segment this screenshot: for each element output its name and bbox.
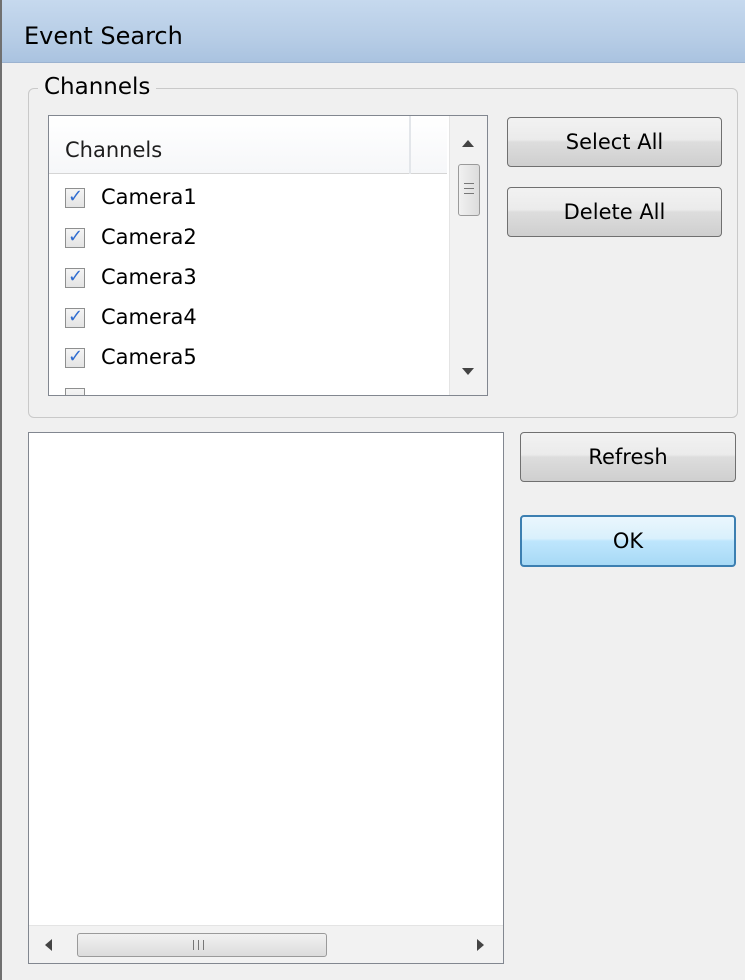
window-title: Event Search: [24, 22, 183, 50]
list-item-partial[interactable]: [49, 378, 447, 395]
list-item-camera1[interactable]: ✓ Camera1: [49, 178, 447, 218]
list-item-camera4[interactable]: ✓ Camera4: [49, 298, 447, 338]
event-search-dialog: Event Search Channels Channels ✓ Camera1…: [0, 0, 745, 980]
delete-all-button-label: Delete All: [563, 200, 666, 224]
delete-all-button[interactable]: Delete All: [507, 187, 722, 237]
select-all-button-label: Select All: [565, 130, 664, 154]
list-item-camera3[interactable]: ✓ Camera3: [49, 258, 447, 298]
list-item-label: Camera2: [101, 225, 197, 249]
camera5-checkbox[interactable]: ✓: [65, 346, 85, 368]
channels-list[interactable]: Channels ✓ Camera1 ✓ Camera2 ✓ Camera3 ✓…: [48, 115, 488, 396]
list-item-label: Camera3: [101, 265, 197, 289]
list-item-label: Camera4: [101, 305, 197, 329]
select-all-button[interactable]: Select All: [507, 117, 722, 167]
vertical-scroll-thumb[interactable]: [458, 164, 480, 216]
channels-column-header[interactable]: Channels: [49, 116, 409, 174]
ok-button-label: OK: [612, 529, 644, 553]
scroll-up-arrow-icon[interactable]: [462, 140, 474, 147]
scroll-left-arrow-icon[interactable]: [45, 939, 52, 951]
check-icon: ✓: [68, 226, 84, 247]
scroll-down-arrow-icon[interactable]: [462, 368, 474, 375]
camera4-checkbox[interactable]: ✓: [65, 306, 85, 328]
partial-checkbox[interactable]: [65, 388, 85, 395]
event-results-list[interactable]: [28, 432, 504, 964]
camera2-checkbox[interactable]: ✓: [65, 226, 85, 248]
check-icon: ✓: [68, 266, 84, 287]
channels-group-label: Channels: [38, 74, 157, 100]
list-item-camera5[interactable]: ✓ Camera5: [49, 338, 447, 378]
list-item-label: Camera5: [101, 345, 197, 369]
results-horizontal-scrollbar[interactable]: [29, 925, 503, 963]
ok-button[interactable]: OK: [520, 515, 736, 567]
camera3-checkbox[interactable]: ✓: [65, 266, 85, 288]
list-item-label: Camera1: [101, 185, 197, 209]
camera1-checkbox[interactable]: ✓: [65, 186, 85, 208]
refresh-button[interactable]: Refresh: [520, 432, 736, 482]
list-item-camera2[interactable]: ✓ Camera2: [49, 218, 447, 258]
channels-vertical-scrollbar[interactable]: [449, 116, 487, 395]
title-bar[interactable]: Event Search: [2, 0, 745, 63]
scroll-right-arrow-icon[interactable]: [477, 939, 484, 951]
channels-column-header-label: Channels: [65, 138, 163, 162]
horizontal-scroll-thumb[interactable]: [77, 933, 327, 957]
refresh-button-label: Refresh: [588, 445, 668, 469]
check-icon: ✓: [68, 186, 84, 207]
check-icon: ✓: [68, 346, 84, 367]
check-icon: ✓: [68, 306, 84, 327]
column-header-filler: [411, 116, 447, 174]
